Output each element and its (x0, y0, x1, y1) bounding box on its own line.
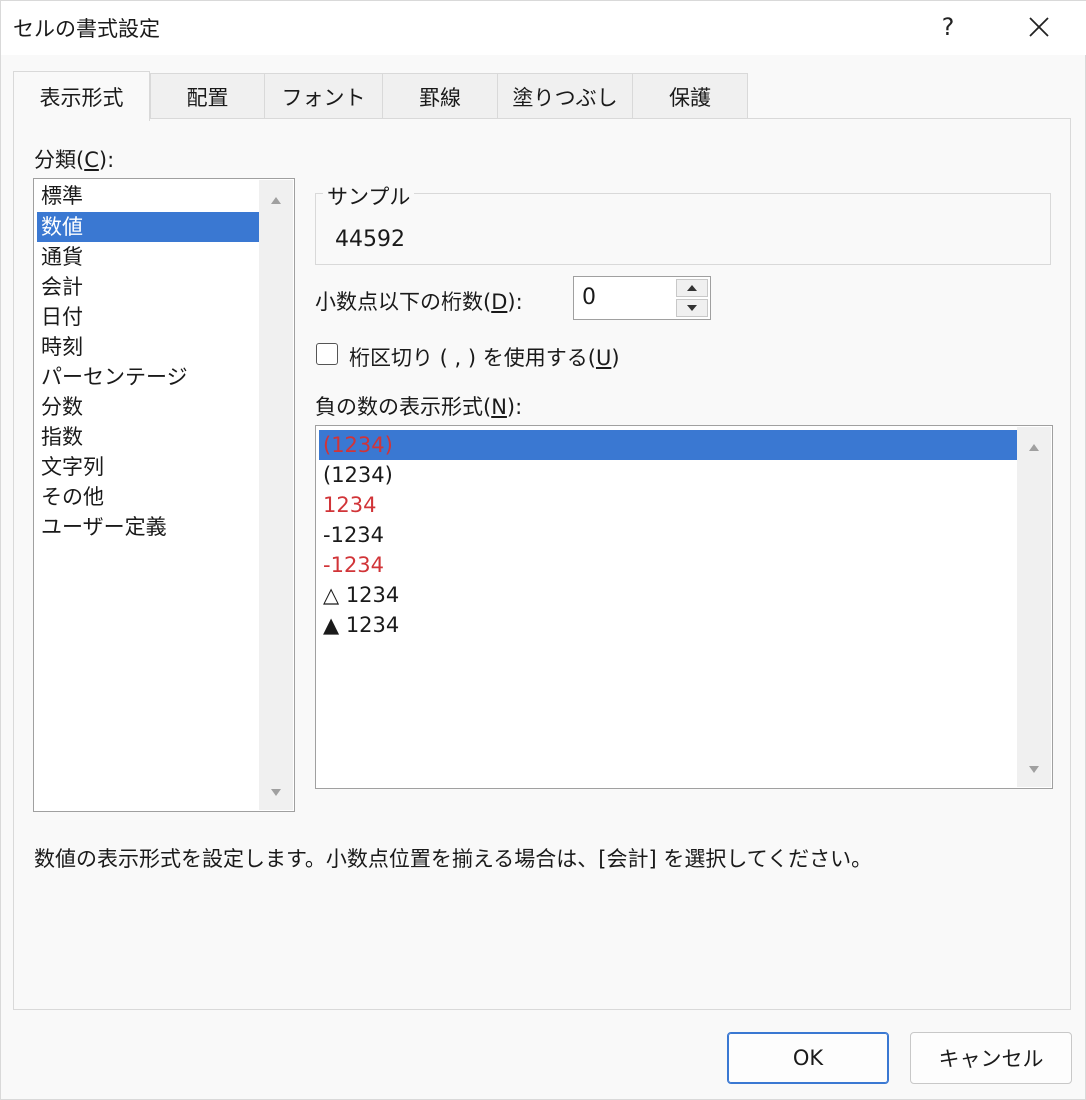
category-item-percentage[interactable]: パーセンテージ (37, 362, 259, 392)
sample-value: 44592 (335, 227, 405, 252)
tab-fill[interactable]: 塗りつぶし (497, 73, 633, 119)
category-item-general[interactable]: 標準 (37, 181, 259, 211)
negative-item-white-triangle[interactable]: △ 1234 (319, 580, 1017, 610)
category-item-scientific[interactable]: 指数 (37, 422, 259, 452)
negative-numbers-listbox[interactable]: (1234) (1234) 1234 -1234 -1234 △ 1234 ▲ … (315, 425, 1053, 789)
thousands-separator-label[interactable]: 桁区切り ( , ) を使用する(U) (349, 342, 620, 372)
category-item-text[interactable]: 文字列 (37, 452, 259, 482)
scroll-down-icon[interactable] (1029, 766, 1039, 773)
description-text: 数値の表示形式を設定します。小数点位置を揃える場合は、[会計] を選択してくださ… (34, 847, 873, 871)
spinner-buttons (676, 279, 708, 317)
cancel-button[interactable]: キャンセル (910, 1032, 1072, 1084)
close-icon (1029, 17, 1049, 37)
help-button[interactable]: ? (921, 5, 975, 49)
category-item-special[interactable]: その他 (37, 482, 259, 512)
format-cells-dialog: セルの書式設定 ? 表示形式 配置 フォント 罫線 塗りつぶし 保護 分類(C)… (0, 0, 1086, 1100)
negative-item-minus[interactable]: -1234 (319, 520, 1017, 550)
tab-number[interactable]: 表示形式 (13, 71, 150, 121)
category-item-time[interactable]: 時刻 (37, 332, 259, 362)
negative-item-minus-red[interactable]: -1234 (319, 550, 1017, 580)
dialog-title: セルの書式設定 (13, 17, 160, 41)
sample-label: サンプル (323, 181, 415, 211)
tab-font[interactable]: フォント (264, 73, 383, 119)
spin-down-button[interactable] (676, 299, 708, 317)
category-listbox[interactable]: 標準 数値 通貨 会計 日付 時刻 パーセンテージ 分数 指数 文字列 その他 … (33, 178, 295, 812)
category-item-fraction[interactable]: 分数 (37, 392, 259, 422)
category-item-currency[interactable]: 通貨 (37, 242, 259, 272)
scroll-down-icon[interactable] (271, 789, 281, 796)
negative-item-plain-red[interactable]: 1234 (319, 490, 1017, 520)
ok-button[interactable]: OK (727, 1032, 889, 1084)
category-item-custom[interactable]: ユーザー定義 (37, 512, 259, 542)
spin-up-button[interactable] (676, 279, 708, 297)
arrow-down-icon (687, 305, 697, 311)
arrow-up-icon (687, 285, 697, 291)
decimal-places-input[interactable]: 0 (582, 285, 596, 310)
sample-group (315, 193, 1051, 265)
negative-numbers-label: 負の数の表示形式(N): (315, 395, 523, 419)
category-item-number[interactable]: 数値 (37, 212, 259, 242)
category-item-date[interactable]: 日付 (37, 302, 259, 332)
negative-item-black-triangle[interactable]: ▲ 1234 (319, 610, 1017, 640)
close-button[interactable] (1009, 5, 1069, 49)
scroll-up-icon[interactable] (271, 197, 281, 204)
title-bar: セルの書式設定 ? (1, 1, 1086, 55)
category-item-accounting[interactable]: 会計 (37, 272, 259, 302)
negative-scrollbar[interactable] (1017, 427, 1051, 787)
thousands-separator-checkbox[interactable] (316, 343, 338, 365)
tab-alignment[interactable]: 配置 (150, 73, 265, 119)
tab-border[interactable]: 罫線 (382, 73, 498, 119)
category-label: 分類(C): (34, 148, 115, 172)
decimal-places-spinner[interactable]: 0 (573, 276, 711, 320)
tab-protection[interactable]: 保護 (632, 73, 748, 119)
scroll-up-icon[interactable] (1029, 444, 1039, 451)
tab-strip: 表示形式 配置 フォント 罫線 塗りつぶし 保護 (13, 71, 1073, 121)
decimal-places-label: 小数点以下の桁数(D): (315, 290, 523, 314)
negative-item-paren[interactable]: (1234) (319, 460, 1017, 490)
negative-item-paren-red[interactable]: (1234) (319, 430, 1017, 460)
category-scrollbar[interactable] (259, 180, 293, 810)
